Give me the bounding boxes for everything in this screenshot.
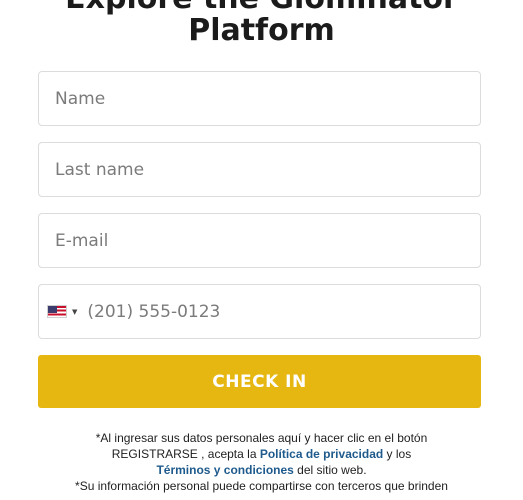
legal-line-3-suffix: del sitio web.	[293, 463, 367, 477]
email-field-wrapper	[38, 213, 481, 268]
legal-line-4: *Su información personal puede compartir…	[75, 479, 448, 493]
name-input[interactable]	[55, 88, 480, 109]
chevron-down-icon: ▼	[72, 307, 78, 316]
phone-field-wrapper: ▼	[38, 284, 481, 339]
legal-line-2-text: REGISTRARSE , acepta la	[111, 447, 260, 461]
legal-line-3: Términos y condiciones del sitio web.	[40, 462, 483, 478]
terms-link[interactable]: Términos y condiciones	[156, 463, 293, 477]
country-code-select[interactable]: ▼	[47, 305, 77, 318]
phone-input[interactable]	[87, 301, 480, 322]
email-input[interactable]	[55, 230, 480, 251]
legal-line-2-suffix: y los	[383, 447, 412, 461]
legal-line-1: *Al ingresar sus datos personales aquí y…	[95, 431, 428, 445]
check-in-button[interactable]: CHECK IN	[38, 355, 481, 408]
us-flag-icon	[47, 305, 67, 318]
privacy-policy-link[interactable]: Política de privacidad	[260, 447, 383, 461]
legal-disclaimer: *Al ingresar sus datos personales aquí y…	[40, 430, 483, 494]
page-title-line-2: Platform	[188, 13, 335, 48]
legal-line-2: REGISTRARSE , acepta la Política de priv…	[40, 446, 483, 462]
name-field-wrapper	[38, 71, 481, 126]
last-name-input[interactable]	[55, 159, 480, 180]
last-name-field-wrapper	[38, 142, 481, 197]
